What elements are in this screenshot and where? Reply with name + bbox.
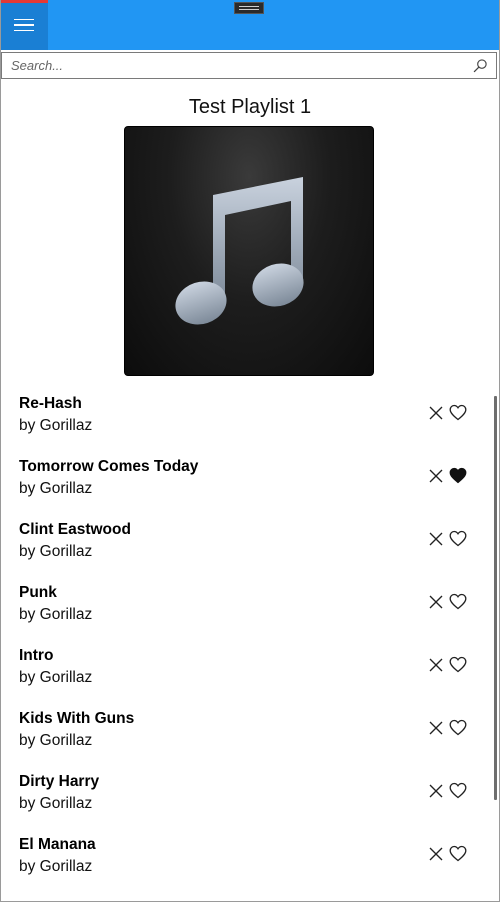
- song-artist: by Gorillaz: [19, 795, 93, 812]
- song-artist: by Gorillaz: [19, 417, 93, 434]
- song-row[interactable]: Kids With Guns by Gorillaz: [0, 701, 490, 764]
- song-row[interactable]: Re-Hash by Gorillaz: [0, 386, 490, 449]
- song-title: Kids With Guns: [19, 710, 135, 727]
- search-input[interactable]: [2, 53, 471, 78]
- drag-handle-line: [239, 9, 259, 10]
- remove-icon[interactable]: [428, 594, 444, 610]
- heart-outline-icon[interactable]: [449, 782, 467, 799]
- title-bar: [0, 0, 500, 50]
- heart-outline-icon[interactable]: [449, 530, 467, 547]
- playlist-title: Test Playlist 1: [188, 96, 312, 118]
- heart-outline-icon[interactable]: [449, 845, 467, 862]
- heart-outline-icon[interactable]: [449, 593, 467, 610]
- song-row[interactable]: El Manana by Gorillaz: [0, 827, 490, 890]
- accent-strip: [0, 0, 48, 3]
- song-artist: by Gorillaz: [19, 669, 93, 686]
- heart-filled-icon[interactable]: [449, 467, 467, 484]
- song-list: Re-Hash by Gorillaz Tomorrow Comes Today by…: [0, 386, 490, 890]
- music-note-icon: [175, 177, 304, 325]
- search-icon[interactable]: [473, 58, 488, 73]
- heart-outline-icon[interactable]: [449, 719, 467, 736]
- song-title: Dirty Harry: [19, 773, 100, 790]
- hamburger-menu-button[interactable]: [0, 0, 48, 50]
- song-row[interactable]: Tomorrow Comes Today by Gorillaz: [0, 449, 490, 512]
- song-row[interactable]: Clint Eastwood by Gorillaz: [0, 512, 490, 575]
- remove-icon[interactable]: [428, 720, 444, 736]
- song-row[interactable]: Dirty Harry by Gorillaz: [0, 764, 490, 827]
- drag-handle[interactable]: [234, 2, 264, 14]
- song-row[interactable]: Punk by Gorillaz: [0, 575, 490, 638]
- song-artist: by Gorillaz: [19, 732, 93, 749]
- song-row[interactable]: Intro by Gorillaz: [0, 638, 490, 701]
- hamburger-icon: [14, 18, 34, 21]
- song-artist: by Gorillaz: [19, 480, 93, 497]
- playlist-artwork: [124, 126, 374, 376]
- search-box: [1, 52, 497, 79]
- song-title: Intro: [19, 647, 54, 664]
- song-title: Clint Eastwood: [19, 521, 131, 538]
- hamburger-icon-line: [14, 24, 34, 26]
- remove-icon[interactable]: [428, 405, 444, 421]
- heart-outline-icon[interactable]: [449, 656, 467, 673]
- song-artist: by Gorillaz: [19, 606, 93, 623]
- hamburger-icon-line: [14, 29, 34, 32]
- remove-icon[interactable]: [428, 531, 444, 547]
- song-title: El Manana: [19, 836, 96, 853]
- drag-handle-line: [239, 6, 259, 7]
- scrollbar[interactable]: [494, 396, 497, 800]
- song-title: Punk: [19, 584, 57, 601]
- remove-icon[interactable]: [428, 657, 444, 673]
- heart-outline-icon[interactable]: [449, 404, 467, 421]
- remove-icon[interactable]: [428, 783, 444, 799]
- song-title: Tomorrow Comes Today: [19, 458, 199, 475]
- remove-icon[interactable]: [428, 846, 444, 862]
- song-artist: by Gorillaz: [19, 858, 93, 875]
- song-artist: by Gorillaz: [19, 543, 93, 560]
- remove-icon[interactable]: [428, 468, 444, 484]
- song-title: Re-Hash: [19, 395, 82, 412]
